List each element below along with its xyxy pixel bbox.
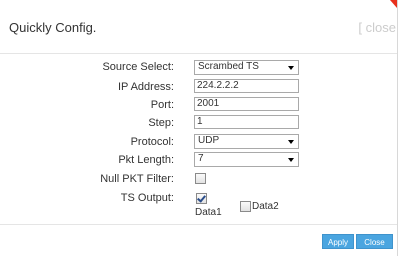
- null-pkt-filter-checkbox[interactable]: [195, 173, 206, 184]
- ts-output-label: TS Output:: [120, 192, 174, 204]
- source-select-value: Scrambed TS: [198, 61, 259, 72]
- close-button[interactable]: Close: [356, 234, 393, 249]
- dialog-header: Quickly Config. [ close: [0, 0, 397, 54]
- pkt-length-dropdown[interactable]: 7: [194, 152, 299, 167]
- dialog-footer: Apply Close: [0, 224, 397, 257]
- header-close-label: close: [365, 20, 396, 35]
- pkt-length-value: 7: [198, 153, 204, 164]
- apply-button[interactable]: Apply: [322, 234, 354, 249]
- ip-address-input[interactable]: [194, 79, 299, 93]
- dialog-title: Quickly Config.: [9, 20, 97, 35]
- port-label: Port:: [150, 99, 174, 111]
- source-select-dropdown[interactable]: Scrambed TS: [194, 60, 299, 75]
- ts-output-data2-checkbox[interactable]: [240, 201, 251, 212]
- port-input[interactable]: [194, 97, 299, 111]
- header-close-link[interactable]: [ close: [358, 20, 396, 35]
- null-pkt-filter-label: Null PKT Filter:: [100, 173, 174, 185]
- pkt-length-label: Pkt Length:: [118, 154, 174, 166]
- quick-config-dialog: Quickly Config. [ close Source Select: S…: [0, 0, 398, 256]
- close-bracket: [: [358, 20, 363, 35]
- protocol-value: UDP: [198, 135, 220, 146]
- ts-output-data2-label: Data2: [252, 201, 279, 212]
- protocol-label: Protocol:: [130, 136, 174, 148]
- ts-output-data1-checkbox[interactable]: [196, 193, 207, 204]
- protocol-dropdown[interactable]: UDP: [194, 134, 299, 149]
- source-select-label: Source Select:: [102, 61, 174, 73]
- step-label: Step:: [148, 117, 174, 129]
- chevron-down-icon: [288, 140, 294, 144]
- chevron-down-icon: [288, 158, 294, 162]
- step-input[interactable]: [194, 115, 299, 129]
- ts-output-data1-label: Data1: [195, 207, 222, 218]
- chevron-down-icon: [288, 66, 294, 70]
- ip-address-label: IP Address:: [117, 81, 174, 93]
